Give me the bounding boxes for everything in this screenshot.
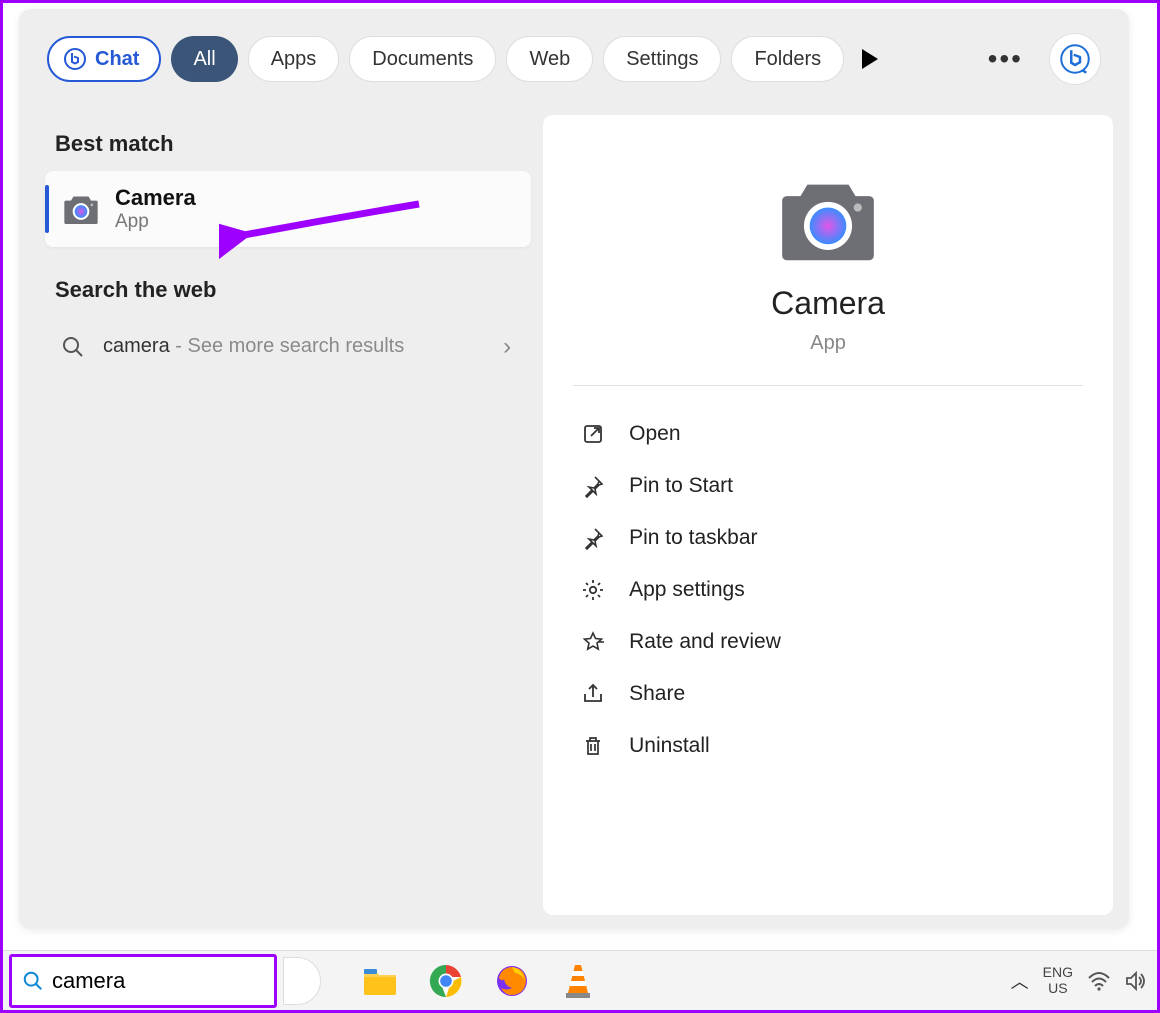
- action-rate-review[interactable]: Rate and review: [581, 616, 1075, 668]
- best-match-name: Camera: [115, 185, 196, 211]
- vlc-icon: [563, 963, 593, 999]
- app-sub: App: [553, 332, 1103, 355]
- bing-launch-button[interactable]: [1049, 33, 1101, 85]
- action-open[interactable]: Open: [581, 408, 1075, 460]
- tab-settings[interactable]: Settings: [603, 36, 721, 82]
- app-preview-header: Camera App: [553, 171, 1103, 355]
- firefox-icon: [495, 964, 529, 998]
- bing-icon: [1060, 44, 1090, 74]
- search-web-heading: Search the web: [45, 269, 531, 317]
- app-title: Camera: [553, 285, 1103, 322]
- trash-icon: [581, 734, 605, 758]
- web-search-text: camera - See more search results: [103, 331, 485, 362]
- tab-folders[interactable]: Folders: [731, 36, 844, 82]
- preview-pane: Camera App Open Pin to Start Pin to task…: [543, 115, 1113, 915]
- bing-chat-icon: [63, 47, 87, 71]
- share-icon: [581, 682, 605, 706]
- play-right-icon: [862, 49, 878, 69]
- web-search-result[interactable]: camera - See more search results ›: [45, 317, 531, 376]
- windows-search-panel: Chat All Apps Documents Web Settings Fol…: [19, 9, 1129, 929]
- tabs-overflow-button[interactable]: [854, 36, 886, 82]
- divider: [573, 385, 1083, 386]
- results-placeholder: [45, 402, 531, 772]
- tab-documents[interactable]: Documents: [349, 36, 496, 82]
- tab-chat-label: Chat: [95, 48, 139, 71]
- taskbar-chrome[interactable]: [427, 962, 465, 1000]
- action-app-settings[interactable]: App settings: [581, 564, 1075, 616]
- best-match-result[interactable]: Camera App: [45, 171, 531, 247]
- app-actions: Open Pin to Start Pin to taskbar App set…: [553, 408, 1103, 772]
- gear-icon: [581, 578, 605, 602]
- taskbar-file-explorer[interactable]: [361, 962, 399, 1000]
- pin-icon: [581, 474, 605, 498]
- taskbar-search[interactable]: [9, 954, 277, 1008]
- tab-all[interactable]: All: [171, 36, 237, 82]
- action-pin-start[interactable]: Pin to Start: [581, 460, 1075, 512]
- taskbar-tray: ︿ ENGUS: [1011, 965, 1151, 996]
- results-column: Best match Camera App Search the web: [45, 93, 531, 915]
- language-indicator[interactable]: ENGUS: [1043, 965, 1073, 996]
- best-match-heading: Best match: [45, 123, 531, 171]
- chrome-icon: [429, 964, 463, 998]
- search-box-end: [283, 957, 321, 1005]
- taskbar-firefox[interactable]: [493, 962, 531, 1000]
- file-explorer-icon: [362, 965, 398, 997]
- best-match-sub: App: [115, 211, 196, 233]
- tab-chat[interactable]: Chat: [47, 36, 161, 82]
- camera-icon: [61, 189, 101, 229]
- volume-icon[interactable]: [1125, 971, 1147, 991]
- open-icon: [581, 422, 605, 446]
- best-match-text: Camera App: [115, 185, 196, 233]
- search-icon: [61, 335, 85, 359]
- tab-web[interactable]: Web: [506, 36, 593, 82]
- search-icon: [22, 970, 44, 992]
- action-uninstall[interactable]: Uninstall: [581, 720, 1075, 772]
- taskbar: ︿ ENGUS: [3, 950, 1157, 1010]
- wifi-icon[interactable]: [1087, 971, 1111, 991]
- pin-icon: [581, 526, 605, 550]
- taskbar-vlc[interactable]: [559, 962, 597, 1000]
- tab-apps[interactable]: Apps: [248, 36, 340, 82]
- more-options-button[interactable]: •••: [978, 43, 1033, 75]
- filter-tabs: Chat All Apps Documents Web Settings Fol…: [19, 9, 1129, 93]
- action-pin-taskbar[interactable]: Pin to taskbar: [581, 512, 1075, 564]
- chevron-right-icon: ›: [503, 333, 521, 361]
- camera-icon-large: [773, 171, 883, 267]
- search-body: Best match Camera App Search the web: [19, 93, 1129, 915]
- star-icon: [581, 630, 605, 654]
- tray-overflow-button[interactable]: ︿: [1011, 968, 1029, 994]
- action-share[interactable]: Share: [581, 668, 1075, 720]
- taskbar-search-input[interactable]: [52, 968, 242, 994]
